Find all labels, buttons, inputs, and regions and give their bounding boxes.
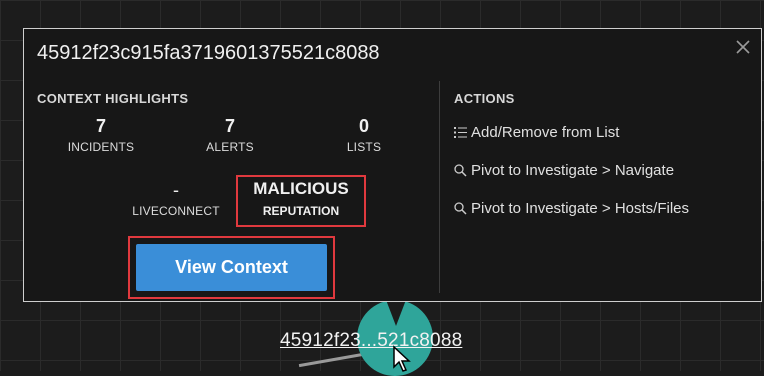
stat-alerts[interactable]: 7 ALERTS bbox=[175, 115, 285, 154]
action-pivot-hosts-files[interactable]: Pivot to Investigate > Hosts/Files bbox=[454, 200, 689, 217]
stat-lists[interactable]: 0 LISTS bbox=[309, 115, 419, 154]
stat-liveconnect: - LIVECONNECT bbox=[121, 179, 231, 218]
node-label[interactable]: 45912f23...521c8088 bbox=[280, 330, 462, 352]
reputation-highlight: MALICIOUS REPUTATION bbox=[236, 175, 366, 227]
stat-value: 7 bbox=[95, 116, 106, 136]
section-divider bbox=[439, 81, 440, 293]
action-label: Pivot to Investigate > Navigate bbox=[471, 162, 675, 179]
popup-title: 45912f23c915fa3719601375521c8088 bbox=[37, 42, 380, 64]
stat-value: - bbox=[173, 180, 179, 200]
reputation-value: MALICIOUS bbox=[253, 179, 349, 198]
stat-value: 0 bbox=[358, 116, 369, 136]
action-label: Add/Remove from List bbox=[471, 124, 620, 141]
actions-heading: ACTIONS bbox=[454, 91, 515, 106]
stat-label: INCIDENTS bbox=[67, 140, 135, 154]
view-context-button[interactable]: View Context bbox=[136, 244, 327, 291]
stat-label: ALERTS bbox=[206, 140, 254, 154]
stat-label: LIVECONNECT bbox=[132, 204, 220, 218]
action-add-remove-list[interactable]: Add/Remove from List bbox=[454, 124, 619, 141]
mouse-cursor-icon bbox=[393, 345, 411, 372]
stat-incidents[interactable]: 7 INCIDENTS bbox=[46, 115, 156, 154]
reputation-label: REPUTATION bbox=[262, 204, 340, 218]
action-label: Pivot to Investigate > Hosts/Files bbox=[471, 200, 690, 217]
close-icon[interactable] bbox=[733, 37, 753, 57]
search-icon bbox=[454, 202, 467, 215]
view-context-highlight: View Context bbox=[128, 236, 335, 299]
context-highlights-heading: CONTEXT HIGHLIGHTS bbox=[37, 91, 189, 106]
list-icon bbox=[454, 127, 467, 138]
context-popup: 45912f23c915fa3719601375521c8088 CONTEXT… bbox=[23, 28, 762, 302]
stat-label: LISTS bbox=[346, 140, 382, 154]
action-pivot-navigate[interactable]: Pivot to Investigate > Navigate bbox=[454, 162, 674, 179]
graph-edge bbox=[298, 352, 369, 368]
stat-value: 7 bbox=[224, 116, 235, 136]
search-icon bbox=[454, 164, 467, 177]
